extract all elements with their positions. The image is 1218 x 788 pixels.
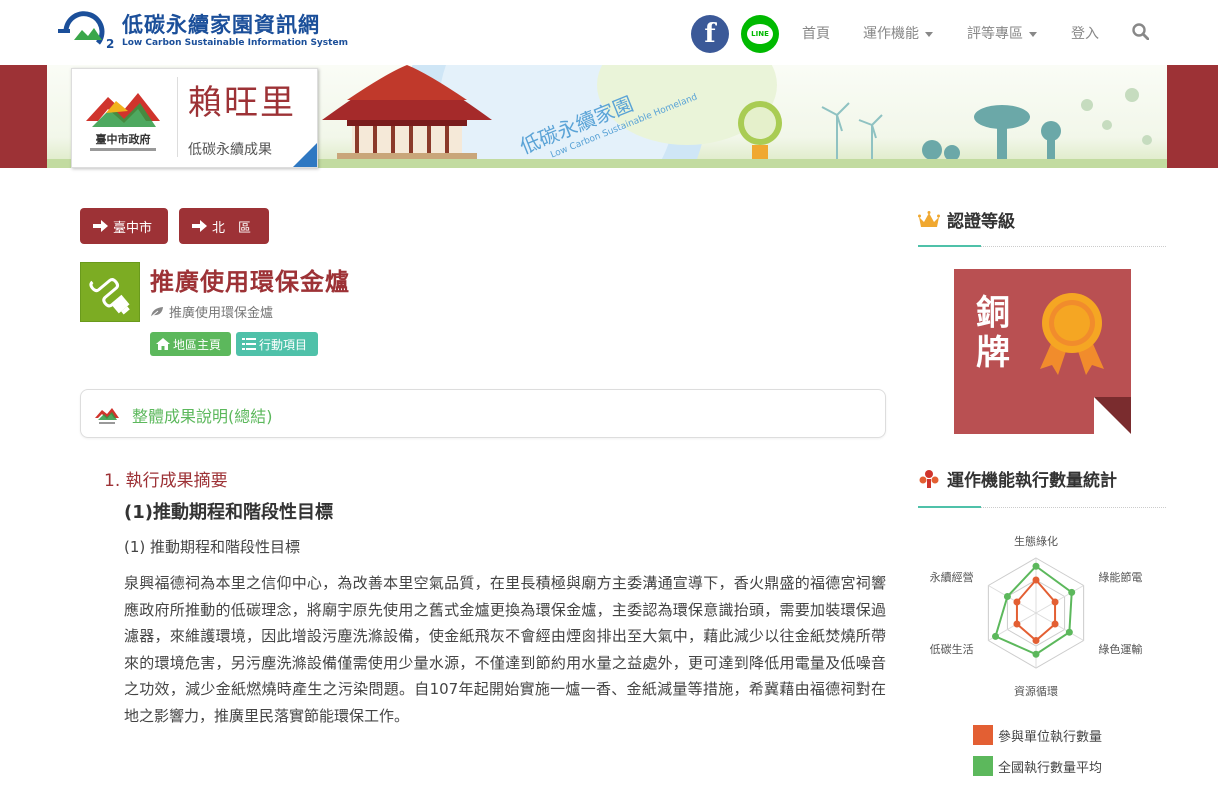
page-subtitle: 推廣使用環保金爐: [150, 302, 273, 321]
radar-point[interactable]: [1032, 637, 1040, 644]
page-title: 推廣使用環保金爐: [150, 268, 350, 296]
energy-bulb-icon: [89, 278, 130, 315]
page: 2 低碳永續家園資訊網 Low Carbon Sustainable Infor…: [0, 0, 1218, 788]
legend-national: 全國執行數量平均: [973, 756, 1102, 776]
svg-text:2: 2: [106, 37, 114, 51]
nav-login[interactable]: 登入: [1071, 23, 1099, 43]
medal-fold: [1094, 397, 1131, 434]
radar-point[interactable]: [1051, 620, 1059, 628]
project-icon: [80, 262, 140, 322]
nav-home[interactable]: 首頁: [802, 23, 830, 43]
home-icon: [156, 338, 170, 350]
village-subtitle: 低碳永續成果: [188, 142, 272, 158]
taichung-gov-logo: 臺中市政府: [86, 93, 160, 151]
radar-point[interactable]: [1051, 598, 1059, 606]
site-logo[interactable]: 2 低碳永續家園資訊網 Low Carbon Sustainable Infor…: [58, 10, 348, 52]
top-bar: 2 低碳永續家園資訊網 Low Carbon Sustainable Infor…: [0, 0, 1218, 65]
action-items-button[interactable]: 行動項目: [236, 332, 318, 356]
medal-label: 銅牌: [976, 293, 1010, 373]
nav-functions[interactable]: 運作機能: [863, 23, 933, 43]
village-name: 賴旺里: [188, 83, 296, 123]
legend-participant: 參與單位執行數量: [973, 725, 1102, 745]
radar-point[interactable]: [1032, 562, 1040, 570]
site-subtitle: Low Carbon Sustainable Information Syste…: [122, 38, 348, 48]
radar-point[interactable]: [992, 632, 1000, 640]
stats-divider-accent: [918, 506, 981, 508]
radar-axis-label: 生態綠化: [1014, 535, 1058, 548]
radar-axis-label: 低碳生活: [930, 642, 974, 656]
radar-axis-label: 永續經營: [930, 570, 974, 584]
legend-swatch-green: [973, 756, 993, 776]
arrow-right-icon: [192, 220, 207, 232]
co2-logo-icon: 2: [58, 11, 114, 51]
crown-icon: [918, 210, 940, 227]
summary-title: 整體成果說明(總結): [132, 407, 273, 426]
svg-text:臺中市政府: 臺中市政府: [96, 132, 151, 146]
radar-axis-label: 資源循環: [1014, 684, 1058, 698]
radar-point[interactable]: [1068, 588, 1076, 596]
summary-panel[interactable]: 整體成果說明(總結): [80, 389, 886, 438]
site-title: 低碳永續家園資訊網: [122, 13, 320, 37]
radar-point[interactable]: [1032, 650, 1040, 658]
radar-point[interactable]: [1032, 576, 1040, 584]
caret-down-icon: [925, 31, 933, 37]
radar-chart: 生態綠化綠能節電綠色運輸資源循環 低碳生活 永續經營: [930, 535, 1143, 698]
card-fold: [293, 143, 317, 167]
caret-down-icon: [1029, 31, 1037, 37]
card-divider: [177, 77, 178, 157]
arrow-right-icon: [93, 220, 108, 232]
line-icon[interactable]: LINE: [741, 15, 779, 53]
city-button[interactable]: 臺中市: [80, 208, 168, 244]
radar-axis-label: 綠能節電: [1098, 570, 1142, 584]
stats-heading: 運作機能執行數量統計: [918, 466, 1117, 491]
content-paragraph: 泉興福德祠為本里之信仰中心，為改善本里空氣品質，在里長積極與廟方主委溝通宣導下，…: [124, 574, 886, 725]
cert-divider-accent: [918, 245, 981, 247]
radar-point[interactable]: [1013, 598, 1021, 606]
list-icon: [242, 338, 256, 350]
area-home-button[interactable]: 地區主頁: [150, 332, 231, 356]
legend-swatch-orange: [973, 725, 993, 745]
medal-rosette-icon: [1040, 293, 1104, 375]
district-button[interactable]: 北 區: [179, 208, 269, 244]
radar-point[interactable]: [1003, 593, 1011, 600]
village-card: 臺中市政府 賴旺里 低碳永續成果: [71, 68, 318, 168]
radar-point[interactable]: [1013, 620, 1021, 628]
facebook-icon[interactable]: f: [691, 15, 729, 53]
cert-heading: 認證等級: [918, 207, 1015, 232]
nav-rating[interactable]: 評等專區: [967, 23, 1037, 43]
radar-axis-line: [1035, 612, 1084, 641]
search-icon[interactable]: [1132, 23, 1149, 40]
item-heading: (1) 推動期程和階段性目標: [124, 538, 301, 556]
radar-axis-label: 綠色運輸: [1098, 642, 1142, 656]
subsection-heading: (1)推動期程和階段性目標: [124, 502, 333, 523]
radar-point[interactable]: [1065, 628, 1073, 636]
stats-icon: [919, 469, 939, 488]
medal-badge: 銅牌: [954, 269, 1131, 434]
taichung-logo-icon: [95, 408, 119, 424]
section-heading: 1. 執行成果摘要: [104, 471, 228, 491]
leaf-icon: [150, 306, 163, 317]
